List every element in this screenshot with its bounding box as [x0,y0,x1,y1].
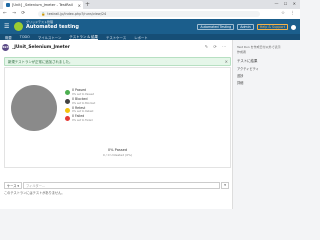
lock-icon: 🔒 [41,12,46,16]
alert-message: 新規テストランが正常に追加されました。 [8,60,73,64]
run-badge: R24 [2,43,9,51]
browser-tab-bar: [Unit] _Selenium_Jmeter - TestRail × + —… [0,0,300,9]
legend-passed: 0 Passed 0% set to Passed [65,88,95,96]
browser-tab[interactable]: [Unit] _Selenium_Jmeter - TestRail × [3,1,83,9]
app-logo [14,22,23,31]
no-tests-message: このテストランにはテストがありません。 [4,191,65,195]
legend-failed: 0 Failed 0% set to Failed [65,115,95,122]
run-header: R24 _JUnit_Selenium_Jmeter ✎ ⟳ ⋯ [2,42,230,52]
sidebar-item-details[interactable]: 詳細 [237,80,243,85]
sidebar-header: Test Run を作成日付以外で表示 作成者 [237,45,297,54]
address-bar[interactable]: 🔒 testrail.jp/index.php?/runs/view/24 [38,11,260,17]
close-tab-icon[interactable]: × [78,3,81,8]
brand-subtitle: グリッドテスト管理 [26,20,54,24]
browser-tab-title: [Unit] _Selenium_Jmeter - TestRail [12,3,73,7]
retest-dot [65,107,70,113]
failed-dot [65,116,70,122]
nav-todo[interactable]: TODO [20,35,30,39]
favicon-icon [6,3,10,7]
user-avatar[interactable] [291,24,296,30]
project-title: Automated testing [26,24,79,30]
nav-milestones[interactable]: マイルストーン [38,35,62,40]
status-pie-chart [11,85,57,131]
right-sidebar: Test Run を作成日付以外で表示 作成者 テストに結果 アクティビティ 進… [233,40,300,209]
filter-bar: ケース ▾ フィルター... ▾ [4,181,229,189]
nav-overview[interactable]: 概要 [5,35,12,40]
browser-nav-buttons[interactable]: ← → ⟳ [3,11,27,16]
run-summary: 0 Passed 0% set to Passed 0 Blocked 0% set… [4,67,231,168]
run-stats: 0% Passed 0 / 0 Untested (0%) [5,148,230,157]
success-alert: 新規テストランが正常に追加されました。 × [4,57,231,66]
legend-retest: 0 Retest 0% set to Retest [65,106,95,114]
alert-close-icon[interactable]: × [225,59,228,64]
menu-icon[interactable]: ☰ [4,23,9,30]
app-title-block: グリッドテスト管理 Automated testing [26,20,79,30]
status-legend: 0 Passed 0% set to Passed 0 Blocked 0% set… [65,88,96,124]
sidebar-item-activity[interactable]: アクティビティ [237,66,259,71]
filter-dropdown-button[interactable]: ▾ [221,181,229,189]
nav-test-cases[interactable]: テストケース [106,35,126,40]
nav-reports[interactable]: レポート [134,35,148,40]
sidebar-line-1: Test Run を作成日付以外で表示 [237,45,281,49]
legend-sub: 0% set to Passed [72,92,95,96]
legend-sub: 0% set to Retest [72,110,94,114]
passed-percent: 0% Passed [107,148,128,152]
new-tab-button[interactable]: + [85,1,90,8]
app-header: ☰ グリッドテスト管理 Automated testing Automated … [0,19,300,34]
untested-count: 0 / 0 Untested (0%) [102,153,133,157]
address-url: testrail.jp/index.php?/runs/view/24 [47,12,107,16]
legend-blocked: 0 Blocked 0% set to Blocked [65,97,96,105]
project-select[interactable]: Automated Testing [197,24,235,30]
passed-dot [65,90,70,95]
main-panel: R24 _JUnit_Selenium_Jmeter ✎ ⟳ ⋯ 新規テストラン… [0,40,233,209]
filter-input[interactable]: フィルター... [23,181,220,189]
window-controls[interactable]: — ☐ ✕ [275,1,298,6]
sidebar-item-progress[interactable]: 進捗 [237,73,243,78]
run-title: _JUnit_Selenium_Jmeter [12,44,70,50]
blocked-dot [65,98,70,104]
browser-extras[interactable]: ☆ ⋮ [281,11,297,16]
legend-sub: 0% set to Blocked [72,101,96,105]
run-action-icons[interactable]: ✎ ⟳ ⋯ [205,44,228,49]
header-right: Automated Testing Admin Help & Support [197,24,296,30]
sidebar-section-title: テストに結果 [237,59,258,63]
help-select[interactable]: Help & Support [256,24,288,30]
case-filter-select[interactable]: ケース ▾ [4,181,23,189]
user-select[interactable]: Admin [237,24,254,30]
legend-sub: 0% set to Failed [72,119,93,123]
sidebar-line-2: 作成者 [237,50,247,54]
